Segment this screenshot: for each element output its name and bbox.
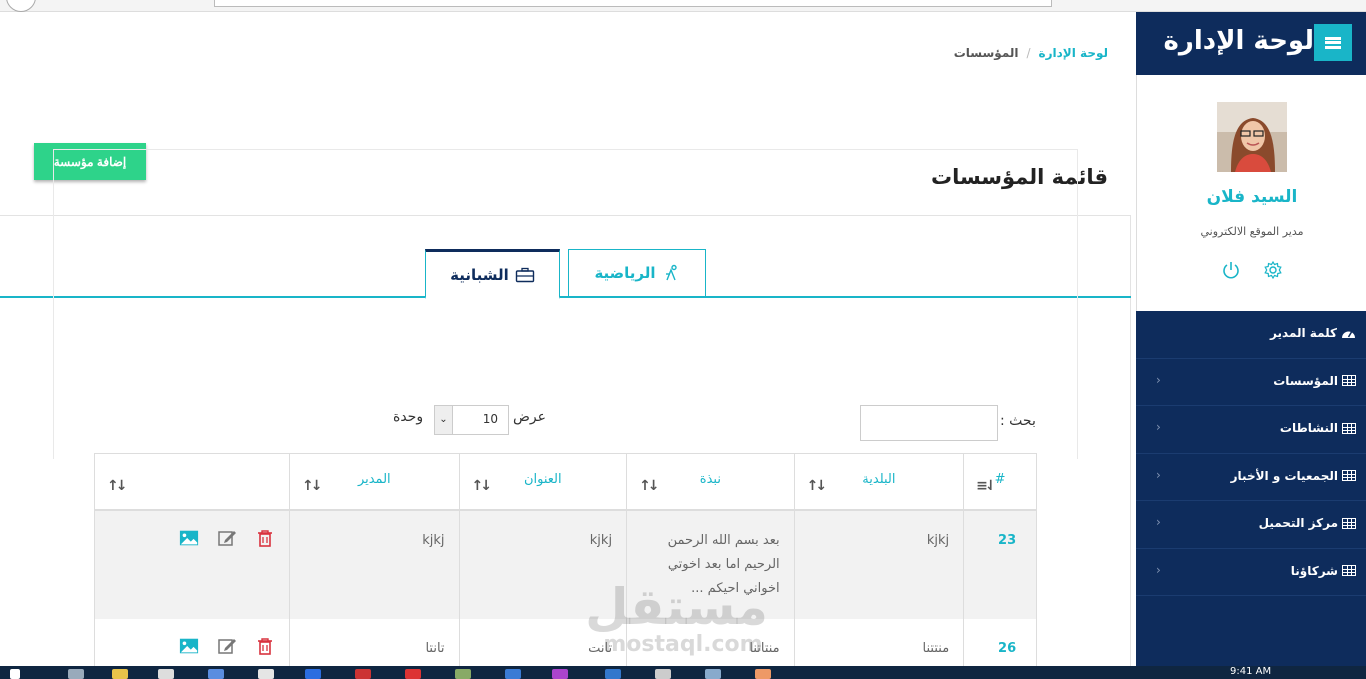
breadcrumb-home-link[interactable]: لوحة الإدارة xyxy=(1039,46,1108,60)
sort-icon: ↓↑ xyxy=(639,478,660,494)
table-header-row: # ⇃≡ البلدية ↓↑ نبذة ↓↑ العنوان ↓↑ المدير ↓↑ … xyxy=(93,453,1037,511)
table-icon xyxy=(1342,422,1356,434)
taskbar-app-icon[interactable] xyxy=(605,669,621,679)
power-icon[interactable] xyxy=(1221,260,1241,280)
edit-icon[interactable] xyxy=(217,529,237,547)
edit-icon[interactable] xyxy=(217,637,237,655)
browser-toolbar xyxy=(0,0,1366,12)
watermark-latin: mostaql.com xyxy=(603,632,763,657)
taskbar-app-icon[interactable] xyxy=(68,669,84,679)
sidebar-item-activities[interactable]: النشاطات ‹ xyxy=(1136,406,1366,454)
sort-icon: ↓↑ xyxy=(806,478,828,494)
start-icon[interactable] xyxy=(10,669,20,679)
taskbar-app-icon[interactable] xyxy=(405,669,421,679)
gear-icon[interactable] xyxy=(1263,260,1283,280)
breadcrumb-current: المؤسسات xyxy=(953,46,1019,60)
col-header-manager[interactable]: المدير ↓↑ xyxy=(289,453,460,511)
cell-actions xyxy=(93,509,291,619)
taskbar-app-icon[interactable] xyxy=(305,669,321,679)
trash-icon[interactable] xyxy=(255,637,275,655)
avatar xyxy=(1217,102,1287,172)
taskbar-app-icon[interactable] xyxy=(208,669,224,679)
profile-role: مدير الموقع الالكتروني xyxy=(1200,225,1304,238)
sort-icon: ↓↑ xyxy=(107,478,128,494)
sidebar-profile: السيد فلان مدير الموقع الالكتروني xyxy=(1136,75,1366,311)
menu-toggle-button[interactable] xyxy=(1314,24,1352,61)
chevron-left-icon: ‹ xyxy=(1156,467,1161,482)
col-header-actions[interactable]: ↓↑ xyxy=(93,453,291,511)
chevron-left-icon: ‹ xyxy=(1156,372,1161,387)
chevron-left-icon: ‹ xyxy=(1156,420,1161,434)
sidebar-item-partners[interactable]: شركاؤنا ‹ xyxy=(1136,549,1366,596)
table-row: 23 kjkj بعد بسم الله الرحمن الرحيم اما ب… xyxy=(93,509,1037,619)
image-icon[interactable] xyxy=(179,637,199,655)
cell-municipality: kjkj xyxy=(793,509,965,619)
chevron-down-icon: ⌄ xyxy=(435,406,453,434)
hamburger-icon xyxy=(1325,36,1341,49)
profile-actions xyxy=(1219,260,1289,282)
col-header-address[interactable]: العنوان ↓↑ xyxy=(458,453,628,511)
col-header-id[interactable]: # ⇃≡ xyxy=(963,453,1037,511)
taskbar-app-icon[interactable] xyxy=(552,669,568,679)
col-header-municipality[interactable]: البلدية ↓↑ xyxy=(793,453,965,511)
table-icon xyxy=(1342,517,1356,529)
chevron-left-icon: ‹ xyxy=(1156,562,1161,577)
sidebar-item-label: الجمعيات و الأخبار xyxy=(1230,468,1338,483)
profile-name: السيد فلان xyxy=(1206,187,1298,207)
sidebar-item-label: شركاؤنا xyxy=(1290,563,1338,578)
sidebar-item-label: المؤسسات xyxy=(1273,373,1338,388)
cell-manager: kjkj xyxy=(289,509,460,619)
sidebar: لوحة الإدارة السيد فلان مدير الموقع الال… xyxy=(1136,12,1366,666)
breadcrumb-separator: / xyxy=(1026,46,1031,60)
taskbar-clock: 9:41 AM xyxy=(1230,666,1272,677)
sort-icon: ↓↑ xyxy=(302,478,323,494)
length-show-label: عرض xyxy=(513,409,547,425)
sidebar-item-download-center[interactable]: مركز التحميل ‹ xyxy=(1136,501,1366,549)
sort-icon: ⇃≡ xyxy=(976,478,997,494)
trash-icon[interactable] xyxy=(255,529,275,547)
browser-back-button[interactable] xyxy=(6,0,36,12)
sidebar-header: لوحة الإدارة xyxy=(1136,12,1366,75)
taskbar-app-icon[interactable] xyxy=(258,669,274,679)
col-header-summary[interactable]: نبذة ↓↑ xyxy=(626,453,795,511)
taskbar-app-icon[interactable] xyxy=(112,669,128,679)
sort-icon: ↓↑ xyxy=(471,478,493,494)
watermark-arabic: مستقل xyxy=(585,578,768,636)
length-unit-label: وحدة xyxy=(393,409,424,425)
taskbar-app-icon[interactable] xyxy=(705,669,721,679)
sidebar-item-institutions[interactable]: المؤسسات ‹ xyxy=(1136,359,1366,406)
table-icon xyxy=(1342,565,1356,576)
taskbar-app-icon[interactable] xyxy=(655,669,671,679)
sidebar-item-label: النشاطات xyxy=(1279,421,1338,435)
sidebar-item-director-word[interactable]: كلمة المدير xyxy=(1136,311,1366,359)
taskbar-app-icon[interactable] xyxy=(158,669,174,679)
image-icon[interactable] xyxy=(179,529,199,547)
sidebar-item-associations-news[interactable]: الجمعيات و الأخبار ‹ xyxy=(1136,454,1366,501)
address-bar[interactable] xyxy=(214,0,1052,7)
taskbar-app-icon[interactable] xyxy=(505,669,521,679)
search-label: بحث : xyxy=(1000,413,1036,429)
sidebar-item-label: مركز التحميل xyxy=(1258,516,1338,530)
taskbar-app-icon[interactable] xyxy=(355,669,371,679)
breadcrumb: لوحة الإدارة / المؤسسات xyxy=(954,46,1108,60)
watermark: مستقل mostaql.com xyxy=(585,578,768,657)
sidebar-title: لوحة الإدارة xyxy=(1163,26,1314,56)
search-input[interactable] xyxy=(860,405,998,441)
page-length-value: 10 xyxy=(482,412,498,426)
page-length-select[interactable]: ⌄ 10 xyxy=(434,405,509,435)
os-taskbar: 9:41 AM xyxy=(0,666,1366,679)
institutions-table: # ⇃≡ البلدية ↓↑ نبذة ↓↑ العنوان ↓↑ المدير ↓↑ … xyxy=(93,453,1037,679)
cell-id: 23 xyxy=(963,509,1037,619)
table-icon xyxy=(1342,375,1356,386)
taskbar-app-icon[interactable] xyxy=(755,669,771,679)
sidebar-item-label: كلمة المدير xyxy=(1270,326,1337,340)
sidebar-menu: كلمة المدير المؤسسات ‹ النشاطات ‹ الجمعي… xyxy=(1136,311,1366,596)
chevron-left-icon: ‹ xyxy=(1156,515,1161,529)
dashboard-icon xyxy=(1342,331,1355,338)
taskbar-app-icon[interactable] xyxy=(455,669,471,679)
table-icon xyxy=(1342,470,1356,481)
